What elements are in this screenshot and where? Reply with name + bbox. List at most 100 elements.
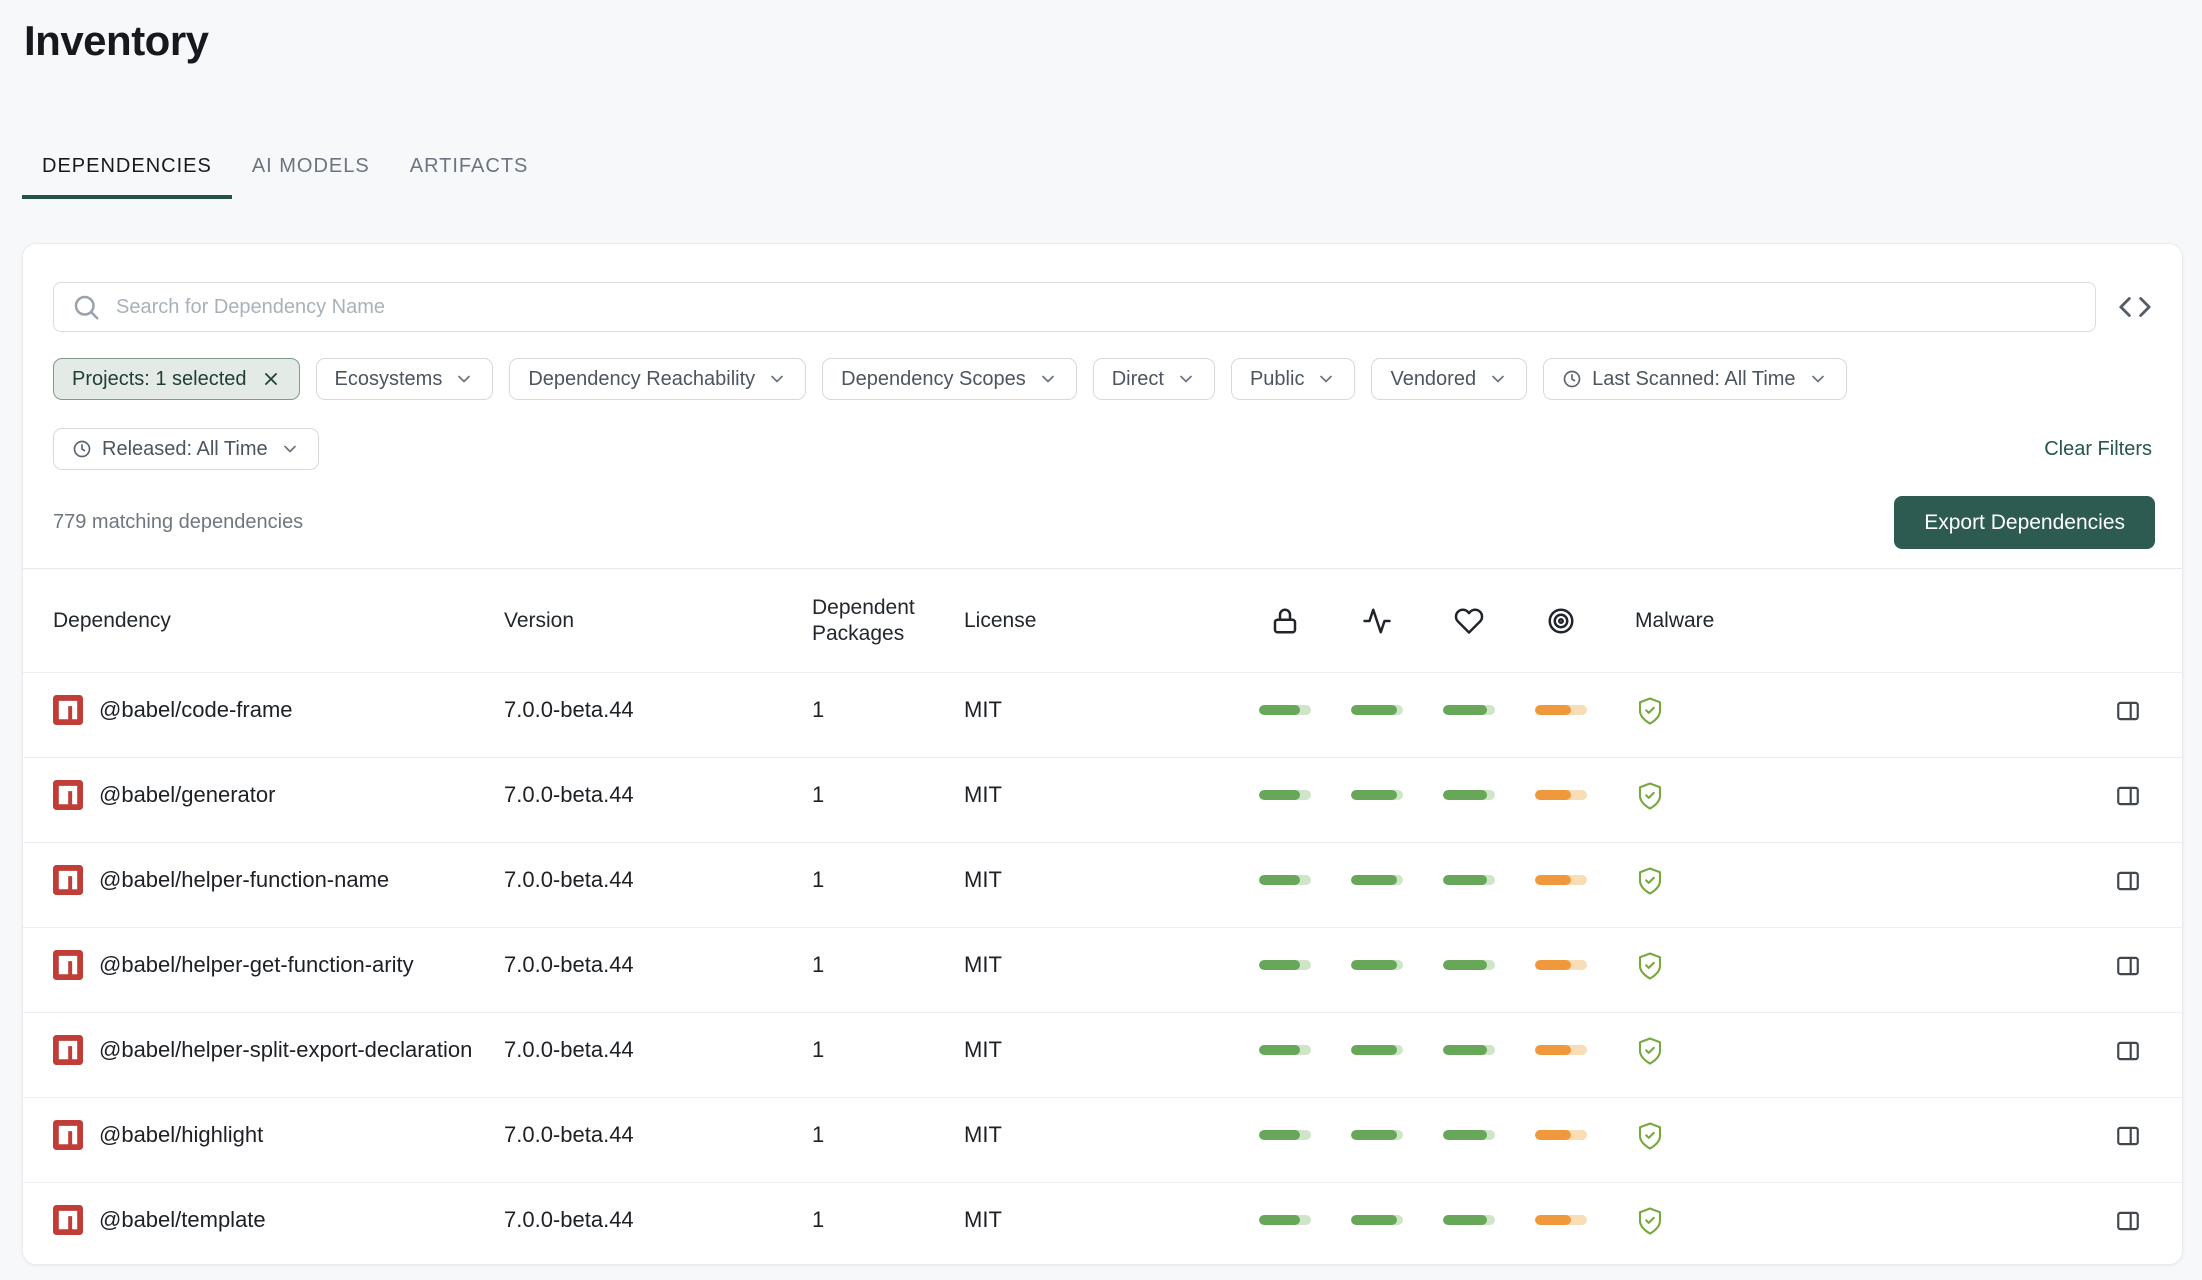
column-header-dependent-packages: Dependent Packages: [812, 595, 964, 647]
filter-chip[interactable]: Projects: 1 selected: [53, 358, 300, 400]
activity-icon: [1362, 606, 1392, 636]
malware-status-cell: [1607, 1206, 2101, 1241]
filter-chip[interactable]: Dependency Reachability: [509, 358, 806, 400]
npm-icon: [53, 950, 83, 980]
dependent-packages-cell: 1: [812, 950, 964, 980]
clock-icon: [1562, 369, 1582, 389]
filter-chip-label: Dependency Scopes: [841, 368, 1026, 391]
malware-status-cell: [1607, 1121, 2101, 1156]
dependency-cell: @babel/template: [53, 1205, 504, 1235]
dependencies-table: Dependency Version Dependent Packages Li…: [23, 568, 2182, 1265]
version-cell: 7.0.0-beta.44: [504, 950, 812, 980]
shield-check-icon: [1635, 866, 1665, 896]
table-row[interactable]: @babel/helper-get-function-arity 7.0.0-b…: [23, 927, 2182, 1012]
search-box: [53, 282, 2096, 332]
search-input[interactable]: [53, 282, 2096, 332]
dependent-packages-cell: 1: [812, 1120, 964, 1150]
chevron-down-icon: [1488, 369, 1508, 389]
dependency-name: @babel/generator: [99, 780, 491, 810]
dependency-name: @babel/helper-split-export-declaration: [99, 1035, 491, 1065]
npm-icon: [53, 1205, 83, 1235]
table-row[interactable]: @babel/code-frame 7.0.0-beta.44 1 MIT: [23, 672, 2182, 757]
dependency-name: @babel/template: [99, 1205, 491, 1235]
vulnerability-score-bar: [1535, 1130, 1587, 1140]
shield-check-icon: [1635, 951, 1665, 981]
malware-status-cell: [1607, 951, 2101, 986]
chevron-down-icon: [1808, 369, 1828, 389]
open-side-panel-icon[interactable]: [2115, 783, 2141, 809]
clock-icon: [72, 439, 92, 459]
maintenance-score-bar: [1443, 1045, 1495, 1055]
security-score-bar: [1259, 705, 1311, 715]
npm-icon: [53, 1035, 83, 1065]
shield-check-icon: [1635, 696, 1665, 726]
dependency-name: @babel/code-frame: [99, 695, 491, 725]
heart-icon: [1454, 606, 1484, 636]
table-row[interactable]: @babel/highlight 7.0.0-beta.44 1 MIT: [23, 1097, 2182, 1182]
table-row[interactable]: @babel/helper-split-export-declaration 7…: [23, 1012, 2182, 1097]
filter-chip[interactable]: Direct: [1093, 358, 1215, 400]
npm-icon: [53, 695, 83, 725]
version-cell: 7.0.0-beta.44: [504, 1035, 812, 1065]
filter-chip-label: Ecosystems: [335, 368, 443, 391]
quality-score-bar: [1351, 960, 1403, 970]
license-cell: MIT: [964, 695, 1239, 725]
vulnerability-score-bar: [1535, 1045, 1587, 1055]
maintenance-score-bar: [1443, 705, 1495, 715]
table-row[interactable]: @babel/generator 7.0.0-beta.44 1 MIT: [23, 757, 2182, 842]
filter-chip[interactable]: Last Scanned: All Time: [1543, 358, 1846, 400]
filter-bar: Clear Filters Projects: 1 selected Ecosy…: [23, 332, 2182, 470]
license-cell: MIT: [964, 865, 1239, 895]
tab[interactable]: DEPENDENCIES: [22, 138, 232, 199]
close-icon[interactable]: [261, 369, 281, 389]
table-row[interactable]: @babel/helper-function-name 7.0.0-beta.4…: [23, 842, 2182, 927]
malware-status-cell: [1607, 696, 2101, 731]
tab[interactable]: ARTIFACTS: [390, 138, 549, 199]
open-side-panel-icon[interactable]: [2115, 953, 2141, 979]
export-dependencies-button[interactable]: Export Dependencies: [1894, 496, 2155, 549]
filter-chip[interactable]: Dependency Scopes: [822, 358, 1077, 400]
chevron-down-icon: [1176, 369, 1196, 389]
version-cell: 7.0.0-beta.44: [504, 1205, 812, 1235]
maintenance-score-bar: [1443, 1130, 1495, 1140]
open-side-panel-icon[interactable]: [2115, 1123, 2141, 1149]
filter-chip[interactable]: Ecosystems: [316, 358, 494, 400]
filter-chip[interactable]: Released: All Time: [53, 428, 319, 470]
open-side-panel-icon[interactable]: [2115, 1208, 2141, 1234]
filter-chip[interactable]: Public: [1231, 358, 1355, 400]
tab-bar: DEPENDENCIES AI MODELS ARTIFACTS: [22, 138, 2202, 199]
target-icon: [1546, 606, 1576, 636]
dependency-name: @babel/helper-function-name: [99, 865, 491, 895]
shield-check-icon: [1635, 1121, 1665, 1151]
table-row[interactable]: @babel/template 7.0.0-beta.44 1 MIT: [23, 1182, 2182, 1265]
quality-score-bar: [1351, 875, 1403, 885]
license-cell: MIT: [964, 1205, 1239, 1235]
open-side-panel-icon[interactable]: [2115, 698, 2141, 724]
open-side-panel-icon[interactable]: [2115, 1038, 2141, 1064]
filter-chip-label: Vendored: [1390, 368, 1476, 391]
search-icon: [71, 292, 101, 322]
security-score-bar: [1259, 960, 1311, 970]
chevron-down-icon: [1038, 369, 1058, 389]
dependency-name: @babel/helper-get-function-arity: [99, 950, 491, 980]
open-side-panel-icon[interactable]: [2115, 868, 2141, 894]
column-header-license: License: [964, 608, 1239, 634]
dependency-cell: @babel/generator: [53, 780, 504, 810]
maintenance-score-bar: [1443, 1215, 1495, 1225]
dependent-packages-cell: 1: [812, 695, 964, 725]
lock-icon: [1270, 606, 1300, 636]
tab[interactable]: AI MODELS: [232, 138, 390, 199]
vulnerability-score-bar: [1535, 1215, 1587, 1225]
filter-chip[interactable]: Vendored: [1371, 358, 1527, 400]
code-icon[interactable]: [2118, 290, 2152, 324]
quality-score-bar: [1351, 1045, 1403, 1055]
security-score-bar: [1259, 1130, 1311, 1140]
maintenance-score-bar: [1443, 790, 1495, 800]
shield-check-icon: [1635, 1206, 1665, 1236]
license-cell: MIT: [964, 950, 1239, 980]
results-count: 779 matching dependencies: [53, 511, 303, 534]
malware-status-cell: [1607, 866, 2101, 901]
tab-label: ARTIFACTS: [410, 155, 529, 178]
clear-filters-link[interactable]: Clear Filters: [2044, 438, 2152, 461]
column-header-malware: Malware: [1607, 608, 2101, 634]
